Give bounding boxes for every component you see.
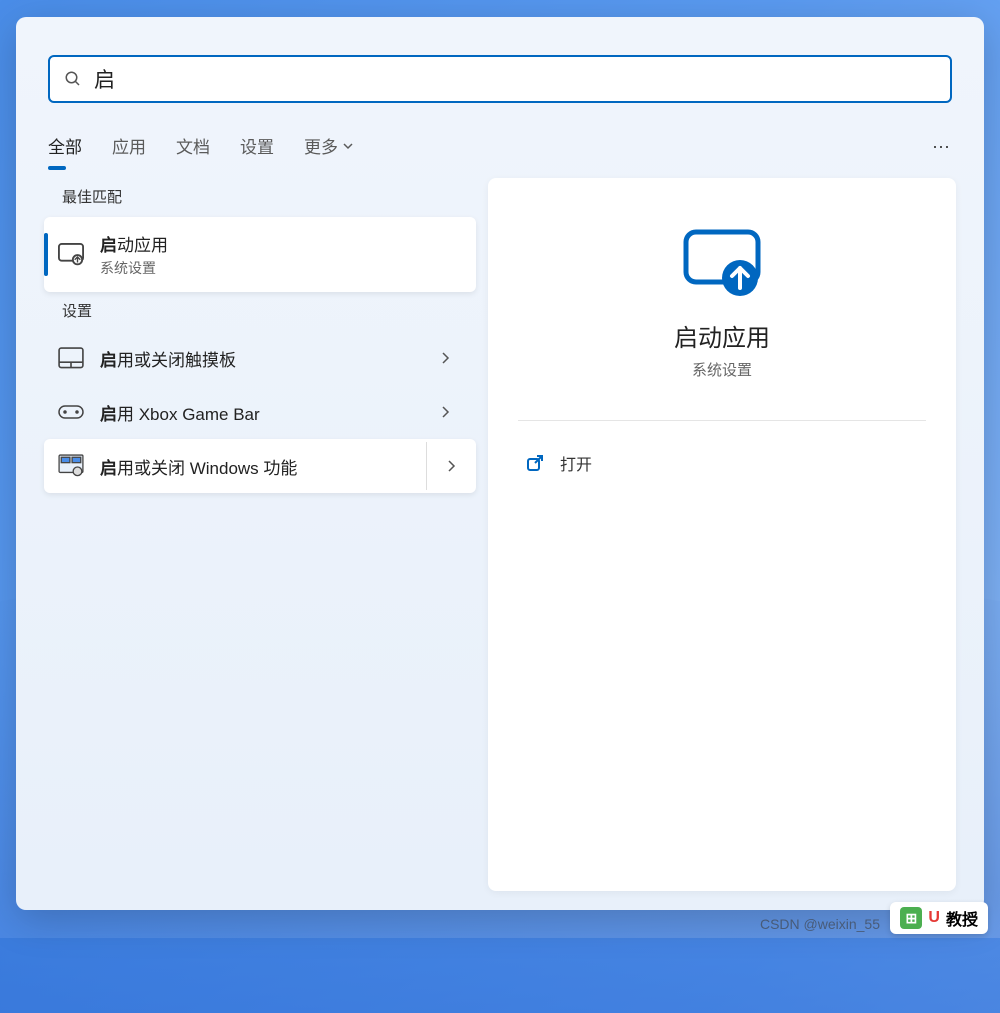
search-box[interactable] — [48, 55, 952, 103]
preview-subtitle: 系统设置 — [518, 359, 926, 380]
result-xbox-gamebar[interactable]: 启用 Xbox Game Bar — [44, 385, 476, 439]
search-input[interactable] — [94, 67, 936, 91]
result-title: 启用或关闭 Windows 功能 — [100, 454, 410, 479]
open-external-icon — [526, 454, 544, 472]
result-startup-apps[interactable]: 启动应用 系统设置 — [44, 217, 476, 292]
divider — [518, 420, 926, 421]
settings-label: 设置 — [44, 292, 476, 331]
logo-badge: ⊞ U教授 — [890, 902, 988, 934]
result-title: 启用 Xbox Game Bar — [100, 400, 418, 425]
touchpad-icon — [58, 345, 84, 371]
filter-tabs: 全部 应用 文档 设置 更多 ⋯ — [16, 121, 984, 178]
result-subtitle: 系统设置 — [100, 258, 458, 278]
result-windows-features[interactable]: 启用或关闭 Windows 功能 — [44, 439, 476, 493]
tab-apps[interactable]: 应用 — [112, 127, 146, 168]
preview-title: 启动应用 — [518, 318, 926, 353]
tab-all[interactable]: 全部 — [48, 127, 82, 168]
gamebar-icon — [58, 399, 84, 425]
tab-more[interactable]: 更多 — [304, 127, 354, 168]
more-options-icon[interactable]: ⋯ — [932, 137, 952, 158]
chevron-right-icon[interactable] — [426, 442, 476, 490]
preview-panel: 启动应用 系统设置 打开 — [488, 178, 956, 891]
result-title: 启动应用 — [100, 231, 458, 256]
result-touchpad[interactable]: 启用或关闭触摸板 — [44, 331, 476, 385]
search-window: 全部 应用 文档 设置 更多 ⋯ 最佳匹配 启动应用 — [16, 17, 984, 910]
monitor-up-icon — [58, 242, 84, 268]
watermark-text: CSDN @weixin_55 — [760, 916, 880, 932]
open-label: 打开 — [560, 451, 592, 475]
chevron-right-icon — [434, 405, 458, 419]
open-action[interactable]: 打开 — [518, 441, 926, 485]
chevron-right-icon — [434, 351, 458, 365]
chevron-down-icon — [342, 140, 354, 152]
search-icon — [64, 70, 82, 88]
best-match-label: 最佳匹配 — [44, 178, 476, 217]
results-panel: 最佳匹配 启动应用 系统设置 设置 — [44, 178, 476, 891]
result-title: 启用或关闭触摸板 — [100, 346, 418, 371]
preview-app-icon — [518, 228, 926, 298]
logo-square-icon: ⊞ — [900, 907, 922, 929]
search-bar-container — [16, 17, 984, 121]
windows-features-icon — [58, 453, 84, 479]
tab-documents[interactable]: 文档 — [176, 127, 210, 168]
tab-settings[interactable]: 设置 — [240, 127, 274, 168]
